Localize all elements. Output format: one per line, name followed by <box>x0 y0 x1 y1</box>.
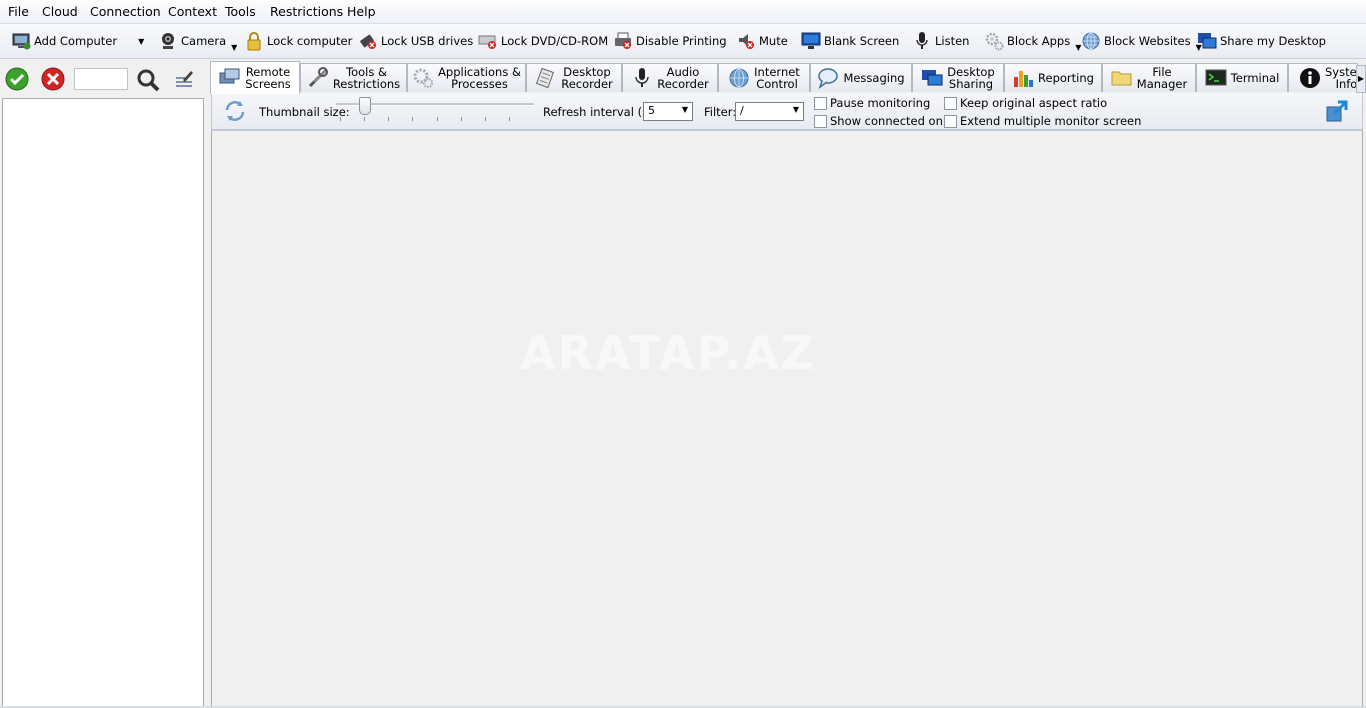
watermark: ARATAP.AZ <box>520 326 817 380</box>
chevron-down-icon[interactable]: ▼ <box>138 37 144 46</box>
gears-icon <box>985 32 1004 51</box>
tab-terminal[interactable]: Terminal <box>1196 63 1288 92</box>
show-connected-checkbox[interactable] <box>814 115 827 128</box>
slider-tick <box>340 117 341 121</box>
close-icon[interactable] <box>41 67 65 91</box>
film-icon <box>536 67 555 89</box>
menu-file[interactable]: File <box>8 4 29 19</box>
tab-tools-restrictions[interactable]: Tools & Restrictions <box>300 63 407 92</box>
thumbnail-size-slider[interactable] <box>359 97 371 115</box>
listen-button[interactable]: Listen <box>912 24 969 58</box>
terminal-icon <box>1205 69 1227 86</box>
blank-screen-button[interactable]: Blank Screen <box>801 24 899 58</box>
popout-icon[interactable] <box>1325 99 1349 123</box>
tab-scroll-right-arrow-icon[interactable]: ▶ <box>1356 65 1366 93</box>
mute-speaker-icon <box>739 34 754 49</box>
block-apps-button[interactable]: Block Apps ▼ <box>984 24 1081 58</box>
slider-tick <box>388 117 389 121</box>
slider-tick <box>437 117 438 121</box>
refresh-interval-label: Refresh interval (s): <box>543 105 657 119</box>
menu-context[interactable]: Context <box>168 4 217 19</box>
monitor-icon <box>801 32 821 49</box>
pause-monitoring-checkbox[interactable] <box>814 97 827 110</box>
block-websites-button[interactable]: Block Websites ▼ <box>1081 24 1202 58</box>
slider-tick <box>485 117 486 121</box>
tab-bar: Remote Screens Tools & Restrictions Applic… <box>210 61 1366 94</box>
add-computer-button[interactable]: Add Computer ▼ <box>11 24 144 58</box>
refresh-interval-select[interactable]: 5 ▼ <box>643 102 693 121</box>
globe-icon <box>729 68 749 88</box>
menu-tools[interactable]: Tools <box>225 4 256 19</box>
tab-reporting[interactable]: Reporting <box>1004 63 1102 92</box>
chevron-down-icon: ▼ <box>681 105 688 114</box>
chevron-down-icon[interactable]: ▼ <box>231 43 237 52</box>
tab-file-manager[interactable]: File Manager <box>1102 63 1196 92</box>
tab-remote-screens[interactable]: Remote Screens <box>210 61 300 94</box>
webcam-icon <box>162 33 174 49</box>
disable-printing-button[interactable]: Disable Printing <box>613 24 727 58</box>
share-desktop-button[interactable]: Share my Desktop <box>1197 24 1326 58</box>
microphone-icon <box>916 32 928 49</box>
menu-restrictions[interactable]: Restrictions <box>270 4 343 19</box>
slider-tick <box>509 117 510 121</box>
microphone-icon <box>635 68 649 87</box>
tools-icon <box>308 67 328 88</box>
tab-desktop-sharing[interactable]: Desktop Sharing <box>912 63 1004 92</box>
menu-help[interactable]: Help <box>347 4 376 19</box>
search-icon[interactable] <box>136 68 160 92</box>
tab-internet-control[interactable]: Internet Control <box>718 63 810 92</box>
chevron-down-icon: ▼ <box>792 105 799 114</box>
dvd-drive-icon <box>478 35 496 49</box>
slider-tick <box>364 117 365 121</box>
camera-button[interactable]: Camera ▼ <box>158 24 237 58</box>
show-connected-label: Show connected only <box>830 114 953 128</box>
chat-bubble-icon <box>818 68 839 89</box>
extend-monitor-checkbox[interactable] <box>944 115 957 128</box>
remote-screens-icon <box>219 68 240 84</box>
tab-audio-recorder[interactable]: Audio Recorder <box>622 63 718 92</box>
usb-drive-icon <box>360 34 376 49</box>
filter-label: Filter: <box>704 105 737 119</box>
remote-screens-area[interactable] <box>211 130 1363 708</box>
lock-icon <box>247 32 261 51</box>
gears-icon <box>413 68 434 89</box>
tab-applications-processes[interactable]: Applications & Processes <box>407 63 526 92</box>
bar-chart-icon <box>1014 71 1034 87</box>
edit-list-icon[interactable] <box>173 68 195 90</box>
menu-cloud[interactable]: Cloud <box>42 4 78 19</box>
filter-select[interactable]: / ▼ <box>735 102 804 121</box>
tab-messaging[interactable]: Messaging <box>810 63 912 92</box>
lock-dvd-button[interactable]: Lock DVD/CD-ROM <box>478 24 608 58</box>
thumbnail-size-label: Thumbnail size: <box>259 105 350 119</box>
check-icon[interactable] <box>5 67 29 91</box>
tab-desktop-recorder[interactable]: Desktop Recorder <box>526 63 622 92</box>
lock-computer-button[interactable]: Lock computer <box>244 24 352 58</box>
slider-tick <box>461 117 462 121</box>
extend-monitor-label: Extend multiple monitor screen <box>960 114 1142 128</box>
toolbar: Add Computer ▼ Camera ▼ Lock computer Lo… <box>0 24 1366 59</box>
share-desktop-icon <box>922 70 943 86</box>
pause-monitoring-label: Pause monitoring <box>830 96 931 110</box>
keep-aspect-checkbox[interactable] <box>944 97 957 110</box>
lock-usb-button[interactable]: Lock USB drives <box>358 24 473 58</box>
keep-aspect-label: Keep original aspect ratio <box>960 96 1108 110</box>
menu-connection[interactable]: Connection <box>90 4 161 19</box>
share-desktop-icon <box>1198 33 1217 49</box>
mute-button[interactable]: Mute <box>736 24 788 58</box>
slider-tick <box>412 117 413 121</box>
info-icon <box>1300 68 1320 88</box>
tab-system-info[interactable]: System Info <box>1288 63 1366 92</box>
computer-search-input[interactable] <box>74 68 128 90</box>
printer-icon <box>615 32 631 49</box>
computer-list[interactable] <box>2 98 204 707</box>
globe-icon <box>1082 32 1100 50</box>
computer-icon <box>12 33 31 50</box>
refresh-icon[interactable] <box>223 100 247 122</box>
folder-icon <box>1111 71 1132 86</box>
menu-bar: File Cloud Connection Context Tools Rest… <box>0 0 1366 24</box>
